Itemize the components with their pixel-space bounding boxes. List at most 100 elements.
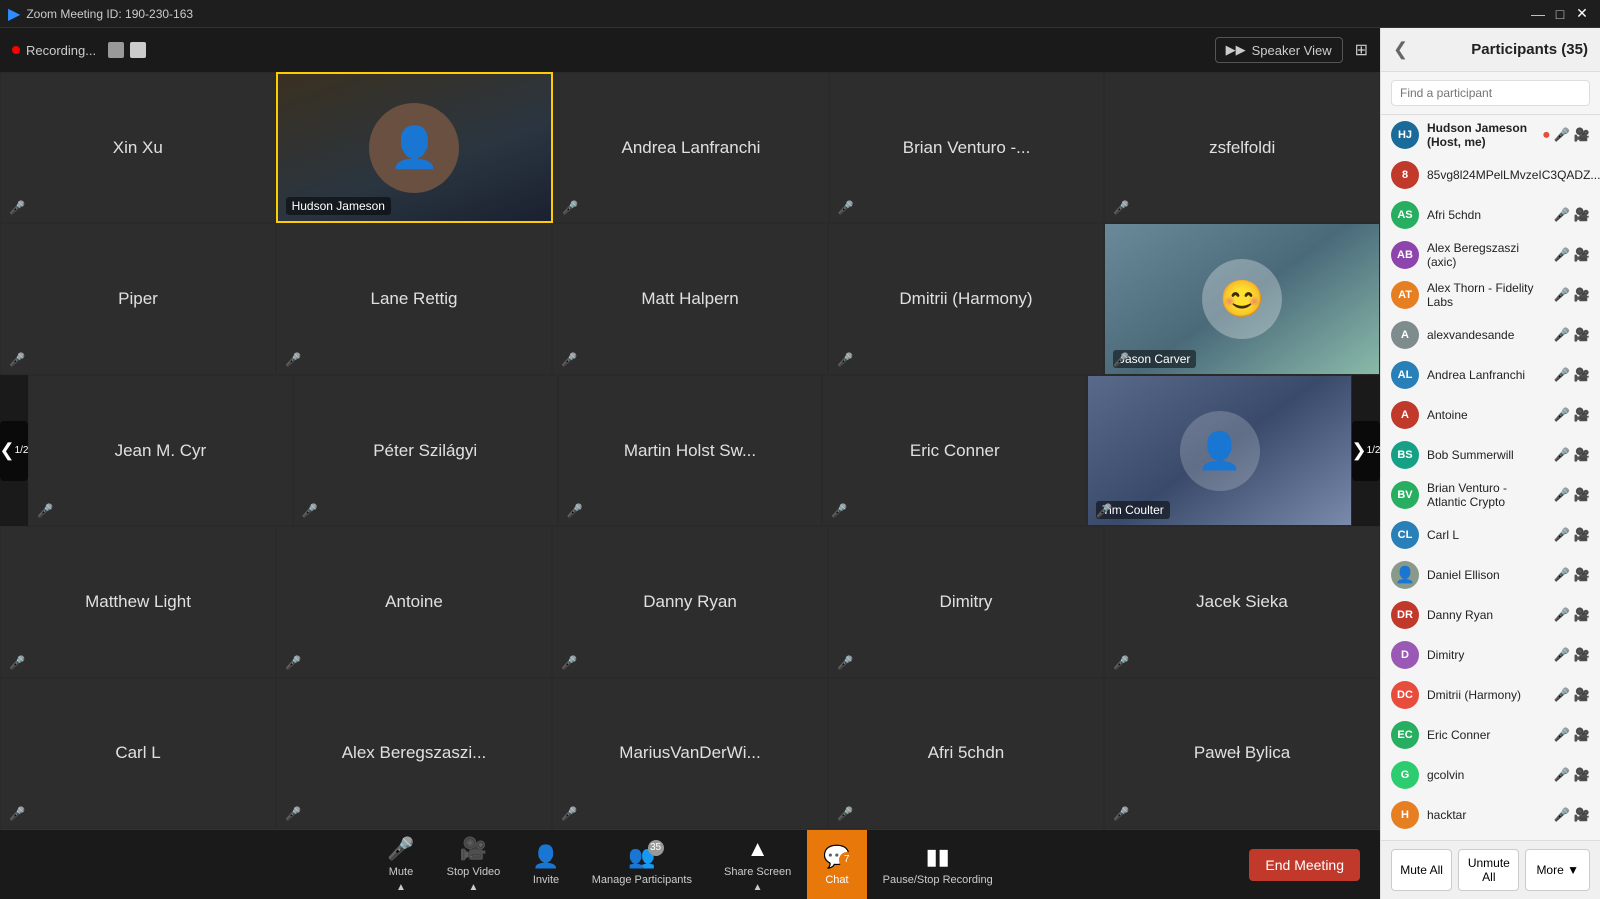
stop-recording-button[interactable] [130,42,146,58]
muted-icon-4-3: 🎤 [837,806,853,822]
cell-xin-xu: Xin Xu 🎤 [0,72,276,223]
prev-page-button[interactable]: ❮1/2 [0,421,28,481]
participant-avatar: AS [1391,201,1419,229]
video-status-icon: 🎥 [1574,527,1590,543]
participant-item[interactable]: ECEric Conner🎤🎥 [1381,715,1600,755]
mute-button[interactable]: 🎤 Mute ▲ [371,830,430,899]
mic-status-icon: 🎤 [1554,487,1570,503]
participant-item[interactable]: DR Danny Ryan 🎤🎥 [1381,595,1600,635]
participant-item[interactable]: BVBrian Venturo - Atlantic Crypto🎤🎥 [1381,475,1600,515]
participant-name: Afri 5chdn [1427,208,1546,222]
sidebar-collapse-button[interactable]: ❮ [1393,39,1408,60]
participant-item[interactable]: ABAlex Beregszaszi (axic)🎤🎥 [1381,235,1600,275]
cell-alex-beregszaszi: Alex Beregszaszi... 🎤 [276,678,552,829]
participant-avatar: DR [1391,601,1419,629]
muted-icon-1-1: 🎤 [285,352,301,368]
prev-page-label: 1/2 [15,445,29,456]
mic-status-icon: 🎤 [1554,327,1570,343]
participant-avatar: D [1391,641,1419,669]
muted-icon-2-3: 🎤 [831,503,847,519]
video-status-icon: 🎥 [1574,327,1590,343]
restore-button[interactable]: □ [1550,4,1570,24]
cell-peter-szilagyi: Péter Szilágyi 🎤 [293,375,558,526]
muted-icon-2-1: 🎤 [302,503,318,519]
video-status-icon: 🎥 [1574,407,1590,423]
cell-brian-venturo: Brian Venturo -... 🎤 [829,72,1105,223]
share-screen-button[interactable]: ▲ Share Screen ▲ [708,830,807,899]
toolbar: 🎤 Mute ▲ 🎥 Stop Video ▲ 👤 Invite 👥 35 Ma… [0,829,1380,899]
next-page-button[interactable]: ❯1/2 [1352,421,1380,481]
participant-item[interactable]: ALAndrea Lanfranchi🎤🎥 [1381,355,1600,395]
participant-icons: 🎤🎥 [1554,687,1590,703]
participant-item[interactable]: ATAlex Thorn - Fidelity Labs🎤🎥 [1381,275,1600,315]
end-meeting-button[interactable]: End Meeting [1249,849,1360,881]
muted-icon-4-0: 🎤 [9,806,25,822]
muted-icon-3-1: 🎤 [285,655,301,671]
share-label: Share Screen [724,866,791,878]
participant-icons: 🎤🎥 [1554,367,1590,383]
participant-item[interactable]: CLCarl L🎤🎥 [1381,515,1600,555]
participant-item[interactable]: Hhacktar🎤🎥 [1381,795,1600,835]
participant-icons: ⏺🎤🎥 [1543,127,1590,143]
participant-avatar: AB [1391,241,1419,269]
more-button[interactable]: More ▼ [1525,849,1590,891]
participant-name: 85vg8l24MPelLMvzeIC3QADZ... [1427,168,1600,182]
stop-video-button[interactable]: 🎥 Stop Video ▲ [431,830,517,899]
grid-row-1: Piper 🎤 Lane Rettig 🎤 Matt Halpern 🎤 Dmi… [0,223,1380,374]
title-bar: ▶ Zoom Meeting ID: 190-230-163 — □ ✕ [0,0,1600,28]
cell-name-4-3: Afri 5chdn [924,739,1009,767]
muted-icon-1-2: 🎤 [561,352,577,368]
participant-item[interactable]: Ggcolvin🎤🎥 [1381,755,1600,795]
cell-andrea-lanfranchi: Andrea Lanfranchi 🎤 [553,72,829,223]
search-input[interactable] [1391,80,1590,106]
cell-danny-ryan: Danny Ryan 🎤 [552,526,828,677]
pause-recording-button[interactable] [108,42,124,58]
cell-name-0-3: Brian Venturo -... [899,134,1035,162]
cell-matt-halpern: Matt Halpern 🎤 [552,223,828,374]
record-label: Pause/Stop Recording [883,874,993,886]
participant-name: Danny Ryan [1427,608,1546,622]
mute-all-button[interactable]: Mute All [1391,849,1452,891]
manage-participants-button[interactable]: 👥 35 Manage Participants [576,830,708,899]
cell-jason-carver: 😊 Jason Carver 🎤 [1104,223,1380,374]
chat-button[interactable]: 💬 7 Chat [807,830,866,899]
cell-name-3-1: Antoine [381,588,447,616]
close-button[interactable]: ✕ [1572,4,1592,24]
grid-row-4: Carl L 🎤 Alex Beregszaszi... 🎤 MariusVan… [0,678,1380,829]
participant-item[interactable]: BSBob Summerwill🎤🎥 [1381,435,1600,475]
minimize-button[interactable]: — [1528,4,1548,24]
participant-item[interactable]: DDimitry🎤🎥 [1381,635,1600,675]
participant-name: Dmitrii (Harmony) [1427,688,1546,702]
grid-container: Xin Xu 🎤 👤 Hudson Jameson Andrea Lanfran… [0,72,1380,829]
invite-icon: 👤 [532,844,559,870]
participant-item[interactable]: ASAfri 5chdn🎤🎥 [1381,195,1600,235]
video-status-icon: 🎥 [1574,727,1590,743]
participant-item[interactable]: HJHudson Jameson (Host, me)⏺🎤🎥 [1381,115,1600,155]
participant-item[interactable]: 885vg8l24MPelLMvzeIC3QADZ...🎤🎥 [1381,155,1600,195]
manage-label: Manage Participants [592,874,692,886]
participant-item[interactable]: DCDmitrii (Harmony)🎤🎥 [1381,675,1600,715]
video-status-icon: 🎥 [1574,807,1590,823]
participant-name: Andrea Lanfranchi [1427,368,1546,382]
mic-on-icon: 🎤 [1554,127,1570,143]
invite-button[interactable]: 👤 Invite [516,830,575,899]
mic-status-icon: 🎤 [1554,447,1570,463]
cell-name-1-0: Piper [114,285,162,313]
participant-name: Brian Venturo - Atlantic Crypto [1427,481,1546,509]
participant-item[interactable]: 👤Daniel Ellison🎤🎥 [1381,555,1600,595]
participant-name: alexvandesande [1427,328,1546,342]
muted-icon-0-3: 🎤 [838,200,854,216]
zoom-icon: ▶ [8,4,20,24]
participant-item[interactable]: Aalexvandesande🎤🎥 [1381,315,1600,355]
cell-name-4-0: Carl L [111,739,164,767]
unmute-all-button[interactable]: Unmute All [1458,849,1519,891]
participant-item[interactable]: AAntoine🎤🎥 [1381,395,1600,435]
fullscreen-button[interactable]: ⊞ [1355,40,1368,60]
video-label: Stop Video [447,866,501,878]
participant-icons: 🎤🎥 [1554,607,1590,623]
speaker-view-button[interactable]: ▶▶ Speaker View [1215,37,1343,63]
video-status-icon: 🎥 [1574,687,1590,703]
participant-name: Bob Summerwill [1427,448,1546,462]
sidebar-header: ❮ Participants (35) [1381,28,1600,72]
record-button[interactable]: ▮▮ Pause/Stop Recording [867,830,1009,899]
